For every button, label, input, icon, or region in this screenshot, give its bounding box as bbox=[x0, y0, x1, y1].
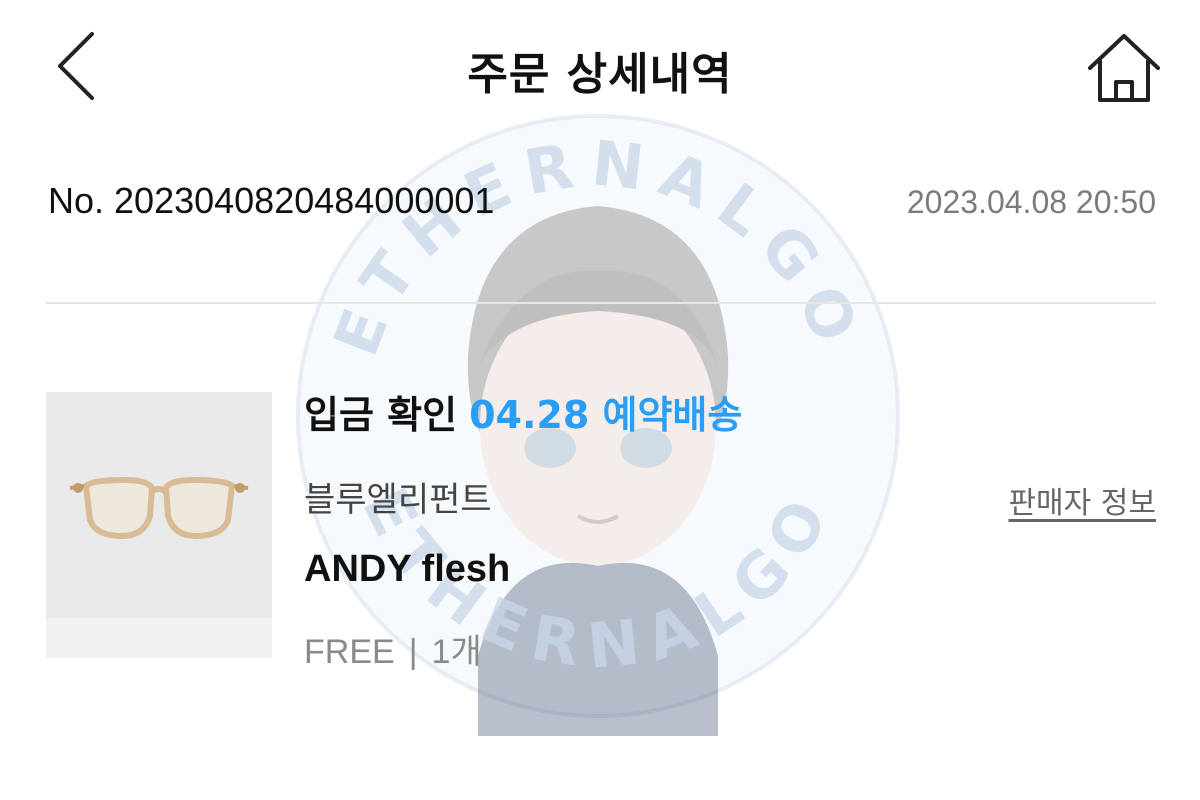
product-name[interactable]: ANDY flesh bbox=[304, 548, 510, 591]
image-footer-strip bbox=[46, 618, 272, 658]
reserved-delivery-date: 04.28 예약배송 bbox=[469, 393, 743, 437]
brand-name[interactable]: 블루엘리펀트 bbox=[304, 472, 492, 521]
payment-status: 입금 확인 bbox=[304, 393, 458, 437]
order-detail-page: ETHERNALGO ETHERNALGO 주문 상세내역 No. 202304… bbox=[0, 0, 1200, 800]
home-icon bbox=[1088, 34, 1160, 102]
eyeglasses-icon bbox=[69, 477, 249, 539]
seller-info-link[interactable]: 판매자 정보 bbox=[1008, 478, 1156, 522]
svg-text:ETHERNALGO: ETHERNALGO bbox=[319, 126, 877, 365]
order-status-line: 입금 확인 04.28 예약배송 bbox=[304, 384, 742, 439]
product-option: FREE | 1개 bbox=[304, 624, 482, 673]
order-datetime: 2023.04.08 20:50 bbox=[906, 184, 1156, 220]
product-image[interactable] bbox=[46, 392, 272, 658]
option-quantity: 1개 bbox=[431, 633, 482, 671]
order-info-row: No. 2023040820484000001 2023.04.08 20:50 bbox=[48, 174, 1156, 234]
option-size: FREE bbox=[304, 633, 395, 671]
top-bar: 주문 상세내역 bbox=[0, 0, 1200, 140]
page-title: 주문 상세내역 bbox=[467, 49, 733, 100]
option-separator: | bbox=[408, 633, 418, 671]
home-button[interactable] bbox=[1078, 26, 1170, 110]
order-number: No. 2023040820484000001 bbox=[48, 180, 495, 221]
divider bbox=[46, 302, 1156, 304]
